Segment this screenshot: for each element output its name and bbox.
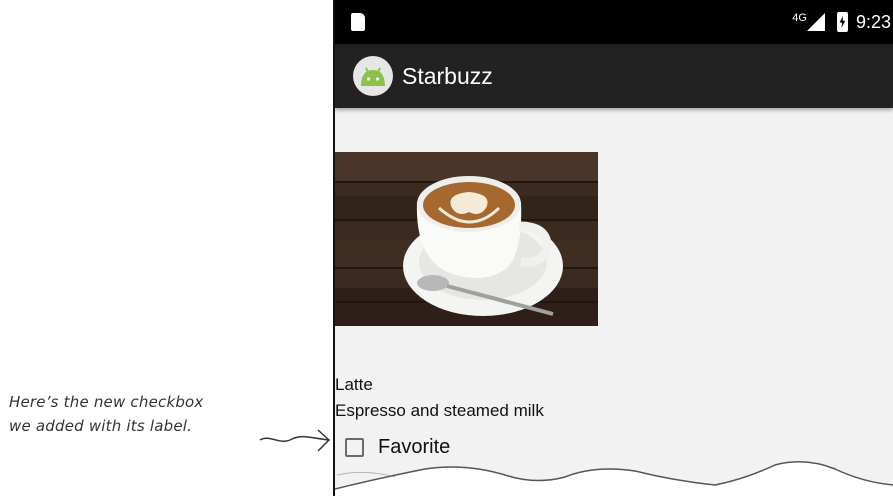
sd-card-icon (351, 13, 365, 31)
action-bar: Starbuzz (335, 44, 893, 108)
drink-description: Espresso and steamed milk (335, 401, 544, 420)
torn-edge-decoration (335, 461, 893, 496)
handwritten-annotation: Here’s the new checkbox we added with it… (9, 390, 289, 438)
signal-icon (806, 13, 825, 31)
annotation-line-1: Here’s the new checkbox (9, 393, 204, 411)
clock: 9:23 (855, 11, 891, 32)
phone-screen: 4G 9:23 Starbuzz Latte Espresso and stea… (333, 0, 893, 496)
drink-name: Latte (335, 375, 373, 394)
android-app-icon (353, 56, 393, 96)
annotation-line-2: we added with its label. (9, 417, 193, 435)
status-icons: 4G 9:23 (792, 10, 891, 34)
network-type-label: 4G (792, 12, 807, 24)
app-title: Starbuzz (402, 63, 493, 89)
battery-charging-icon (836, 12, 848, 32)
annotation-arrow (259, 429, 331, 452)
latte-cup-photo (335, 152, 598, 326)
favorite-checkbox[interactable] (345, 437, 364, 457)
status-bar: 4G 9:23 (335, 0, 893, 44)
